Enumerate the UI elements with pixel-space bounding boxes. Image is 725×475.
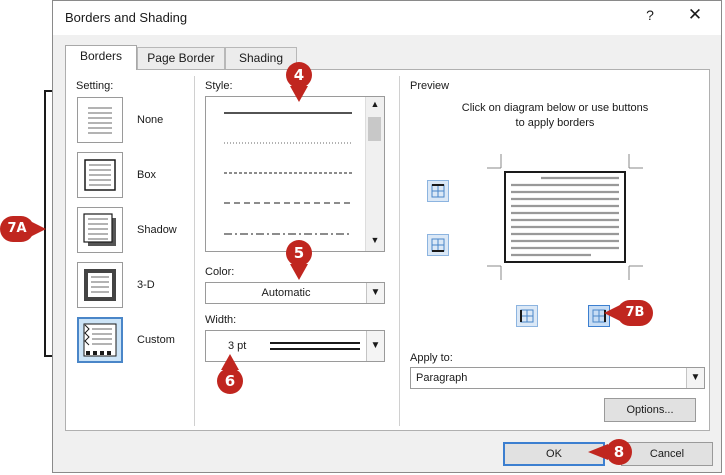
setting-shadow-label: Shadow (137, 224, 177, 236)
setting-shadow-button[interactable] (77, 207, 123, 253)
close-button[interactable]: ✕ (683, 5, 707, 25)
ok-button-label: OK (546, 448, 562, 460)
tab-shading[interactable]: Shading (225, 47, 297, 69)
callout-7a-pointer (32, 222, 46, 236)
chevron-down-icon: ▼ (370, 340, 381, 351)
setting-none-label: None (137, 114, 164, 126)
bottom-border-icon (431, 238, 445, 252)
borders-and-shading-dialog: Borders and Shading ? ✕ Borders Page Bor… (52, 0, 722, 473)
setting-custom-button[interactable] (77, 317, 123, 363)
width-line-sample (270, 342, 360, 350)
scroll-thumb[interactable] (368, 117, 381, 141)
callout-6-pointer (221, 354, 239, 370)
setting-box-button[interactable] (77, 152, 123, 198)
options-button-label: Options... (626, 404, 674, 416)
callout-4: 4 (286, 62, 312, 88)
help-button[interactable]: ? (640, 7, 660, 23)
color-label: Color: (205, 266, 235, 278)
borders-panel: Setting: None Box Shadow 3-D Custom Styl… (65, 69, 710, 431)
style-listbox[interactable]: ▲ ▼ (205, 96, 385, 252)
width-value: 3 pt (228, 340, 247, 352)
apply-to-dropdown-arrow[interactable]: ▼ (686, 368, 704, 388)
style-scrollbar[interactable]: ▲ ▼ (365, 97, 384, 251)
callout-7b: 7B (617, 300, 653, 326)
preview-hint-line2: to apply borders (515, 117, 595, 129)
style-label: Style: (205, 80, 233, 92)
setting-none-icon (88, 107, 112, 134)
chevron-down-icon: ▼ (690, 372, 701, 383)
scroll-up-icon[interactable]: ▲ (366, 99, 384, 109)
apply-to-label: Apply to: (410, 352, 453, 364)
apply-to-combo[interactable]: Paragraph ▼ (410, 367, 705, 389)
width-dropdown-arrow[interactable]: ▼ (366, 331, 384, 361)
preview-diagram[interactable] (481, 154, 661, 284)
setting-shadow-icon (83, 213, 116, 246)
left-border-button[interactable] (516, 305, 538, 327)
bottom-border-button[interactable] (427, 234, 449, 256)
cancel-button[interactable]: Cancel (621, 442, 713, 466)
setting-3d-button[interactable] (77, 262, 123, 308)
width-label: Width: (205, 314, 237, 326)
color-dropdown-arrow[interactable]: ▼ (366, 283, 384, 303)
setting-custom-icon (83, 323, 117, 357)
tab-page-border[interactable]: Page Border (137, 47, 225, 69)
scroll-down-icon[interactable]: ▼ (366, 235, 384, 245)
setting-custom-label: Custom (137, 334, 175, 346)
callout-8-pointer (588, 444, 608, 460)
tab-borders-label: Borders (79, 49, 123, 63)
preview-label: Preview (410, 80, 450, 92)
setting-3d-label: 3-D (137, 279, 155, 291)
callout-8: 8 (606, 439, 632, 465)
top-border-icon (431, 184, 445, 198)
callout-7a: 7A (0, 216, 34, 242)
dialog-title: Borders and Shading (65, 10, 188, 25)
callout-6: 6 (217, 368, 243, 394)
color-value: Automatic (261, 287, 311, 299)
separator-left (194, 76, 195, 426)
separator-right (399, 76, 400, 426)
setting-3d-icon (84, 269, 116, 301)
style-lines (224, 112, 352, 235)
setting-label: Setting: (76, 80, 114, 92)
cancel-button-label: Cancel (649, 448, 685, 460)
setting-box-label: Box (137, 169, 156, 181)
preview-hint-line1: Click on diagram below or use buttons (461, 102, 649, 114)
tab-borders[interactable]: Borders (65, 45, 137, 70)
chevron-down-icon: ▼ (370, 287, 381, 298)
setting-box-icon (84, 159, 116, 191)
left-border-icon (520, 309, 534, 323)
setting-none-button[interactable] (77, 97, 123, 143)
options-button[interactable]: Options... (604, 398, 696, 422)
callout-4-pointer (290, 86, 308, 102)
tab-shading-label: Shading (238, 51, 284, 65)
callout-5: 5 (286, 240, 312, 266)
apply-to-value: Paragraph (416, 372, 468, 384)
title-bar: Borders and Shading ? ✕ (53, 1, 721, 35)
callout-5-pointer (290, 264, 308, 280)
color-combo[interactable]: Automatic ▼ (205, 282, 385, 304)
tab-page-border-label: Page Border (147, 51, 215, 65)
top-border-button[interactable] (427, 180, 449, 202)
